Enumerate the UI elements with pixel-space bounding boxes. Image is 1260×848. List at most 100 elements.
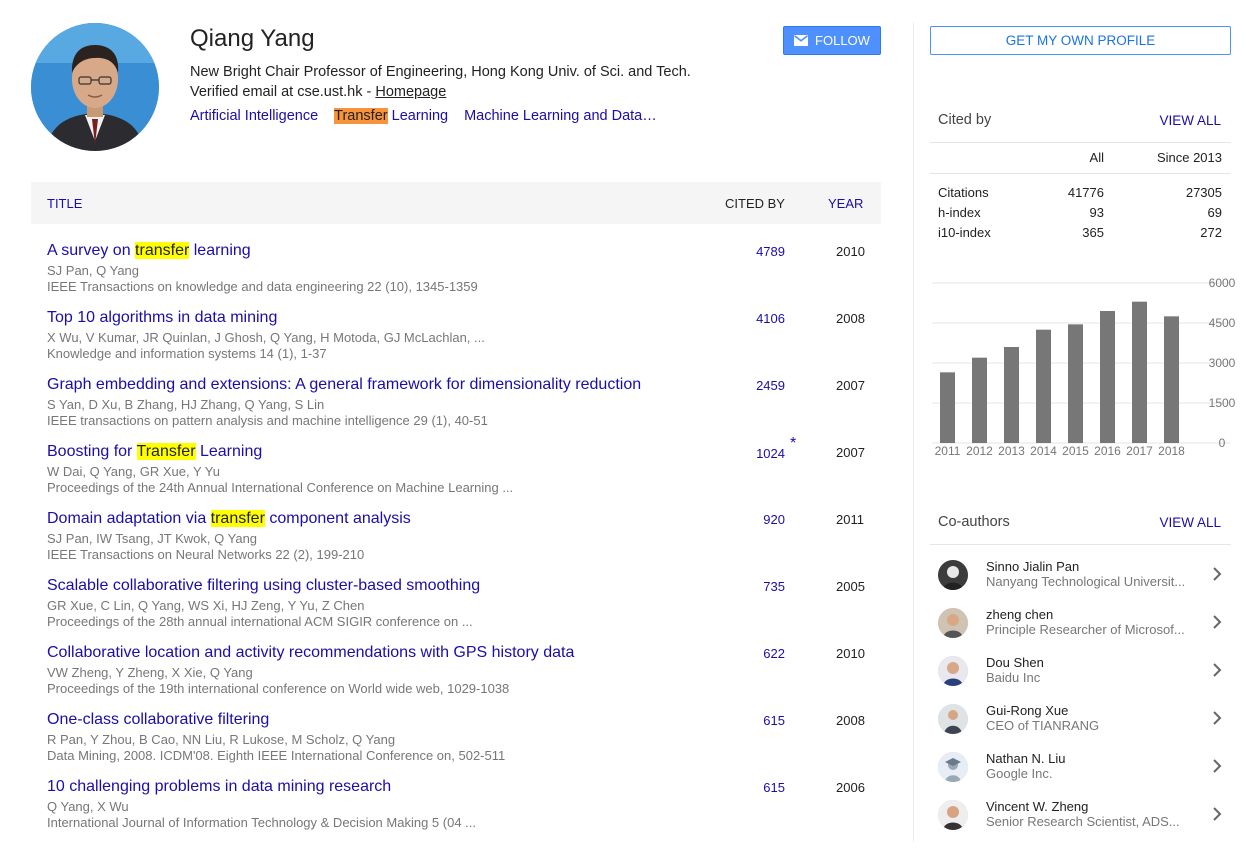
interest-ai[interactable]: Artificial Intelligence	[190, 108, 318, 124]
paper-authors: X Wu, V Kumar, JR Quinlan, J Ghosh, Q Ya…	[47, 330, 485, 345]
paper-title-link[interactable]: 10 challenging problems in data mining r…	[47, 778, 391, 796]
coauthor-affiliation: Senior Research Scientist, ADS...	[986, 814, 1180, 829]
interest-transfer-learning[interactable]: Transfer Learning	[334, 108, 448, 124]
stat-since: 27305	[1185, 185, 1222, 200]
paper-venue: IEEE Transactions on knowledge and data …	[47, 279, 478, 294]
interest-highlight: Transfer	[334, 108, 388, 124]
paper-venue: IEEE Transactions on Neural Networks 22 …	[47, 547, 365, 562]
stat-label[interactable]: h-index	[938, 205, 981, 220]
coauthor-affiliation: Baidu Inc	[986, 670, 1041, 685]
paper-title-link[interactable]: Top 10 algorithms in data mining	[47, 309, 277, 327]
cited-by-count[interactable]: 622	[763, 646, 785, 661]
chart-bar-2017[interactable]	[1132, 301, 1147, 443]
paper-title-link[interactable]: Collaborative location and activity reco…	[47, 644, 574, 662]
follow-button[interactable]: FOLLOW	[783, 26, 881, 55]
profile-email: Verified email at cse.ust.hk - Homepage	[190, 84, 446, 100]
paper-year: 2011	[836, 512, 864, 527]
x-tick-label: 2012	[966, 444, 993, 458]
column-divider	[913, 22, 914, 842]
sort-by-year[interactable]: YEAR	[828, 196, 863, 211]
chart-bar-2011[interactable]	[940, 372, 955, 443]
table-row: Top 10 algorithms in data mining X Wu, V…	[31, 309, 881, 376]
merged-citation-star[interactable]: *	[790, 435, 796, 453]
citations-bar-chart: 6000 4500 3000 1500 0 2011 2012 2013 2014 2015 201…	[932, 276, 1235, 458]
coauthor-item[interactable]: Dou Shen Baidu Inc	[938, 655, 1228, 704]
paper-year: 2008	[836, 311, 865, 326]
profile-affiliation: New Bright Chair Professor of Engineerin…	[190, 64, 691, 80]
chevron-right-icon	[1213, 567, 1222, 581]
chart-bar-2015[interactable]	[1068, 324, 1083, 443]
y-tick-label: 1500	[1209, 396, 1235, 410]
cited-by-view-all[interactable]: VIEW ALL	[1159, 113, 1221, 128]
coauthor-item[interactable]: Gui-Rong Xue CEO of TIANRANG	[938, 703, 1228, 752]
stat-all: 41776	[1067, 185, 1104, 200]
chart-bar-2014[interactable]	[1036, 329, 1051, 443]
chevron-right-icon	[1213, 759, 1222, 773]
paper-year: 2006	[836, 780, 865, 795]
chart-bar-2013[interactable]	[1004, 347, 1019, 443]
table-row: One-class collaborative filtering R Pan,…	[31, 711, 881, 778]
sort-by-title[interactable]: TITLE	[47, 196, 82, 211]
coauthor-name: Sinno Jialin Pan	[986, 559, 1080, 574]
coauthor-name: Gui-Rong Xue	[986, 703, 1069, 718]
paper-authors: Q Yang, X Wu	[47, 799, 129, 814]
chart-bar-2016[interactable]	[1100, 311, 1115, 443]
stat-all: 365	[1082, 225, 1104, 240]
paper-title-link[interactable]: Scalable collaborative filtering using c…	[47, 577, 480, 595]
chart-bar-2012[interactable]	[972, 357, 987, 443]
title-text: Graph embedding and extensions: A genera…	[47, 376, 642, 393]
coauthor-item[interactable]: Vincent W. Zheng Senior Research Scienti…	[938, 799, 1228, 848]
paper-authors: VW Zheng, Y Zheng, X Xie, Q Yang	[47, 665, 253, 680]
cited-by-count[interactable]: 615	[763, 713, 785, 728]
table-row: Graph embedding and extensions: A genera…	[31, 376, 881, 443]
table-row: Domain adaptation via transfer component…	[31, 510, 881, 577]
x-tick-label: 2013	[998, 444, 1025, 458]
paper-authors: GR Xue, C Lin, Q Yang, WS Xi, HJ Zeng, Y…	[47, 598, 365, 613]
paper-venue: IEEE transactions on pattern analysis an…	[47, 413, 488, 428]
interest-ml-data[interactable]: Machine Learning and Data…	[464, 108, 657, 124]
chevron-right-icon	[1213, 615, 1222, 629]
cited-by-count[interactable]: 920	[763, 512, 785, 527]
cited-by-count[interactable]: 2459	[756, 378, 785, 393]
cited-by-count[interactable]: 1024	[756, 446, 785, 461]
coauthor-item[interactable]: Sinno Jialin Pan Nanyang Technological U…	[938, 559, 1228, 608]
sort-by-cited[interactable]: CITED BY	[725, 196, 785, 211]
interest-label: Learning	[387, 108, 449, 124]
paper-title-link[interactable]: A survey on transfer learning	[47, 242, 251, 260]
email-text: Verified email at cse.ust.hk -	[190, 84, 376, 100]
paper-venue: Proceedings of the 28th annual internati…	[47, 614, 473, 629]
coauthor-affiliation: Google Inc.	[986, 766, 1053, 781]
divider	[930, 142, 1231, 143]
homepage-link[interactable]: Homepage	[375, 84, 446, 100]
stat-label[interactable]: i10-index	[938, 225, 991, 240]
paper-title-link[interactable]: Domain adaptation via transfer component…	[47, 510, 411, 528]
get-my-own-profile-button[interactable]: GET MY OWN PROFILE	[930, 26, 1231, 55]
col-header-all: All	[1089, 150, 1104, 165]
cited-by-count[interactable]: 4789	[756, 244, 785, 259]
cited-by-count[interactable]: 4106	[756, 311, 785, 326]
cited-by-count[interactable]: 735	[763, 579, 785, 594]
title-highlight: transfer	[135, 242, 190, 259]
stat-label[interactable]: Citations	[938, 185, 989, 200]
stat-since: 69	[1207, 205, 1222, 220]
paper-title-link[interactable]: Graph embedding and extensions: A genera…	[47, 376, 641, 394]
coauthor-item[interactable]: Nathan N. Liu Google Inc.	[938, 751, 1228, 800]
paper-year: 2005	[836, 579, 865, 594]
coauthor-avatar	[938, 752, 968, 782]
chart-bar-2018[interactable]	[1164, 316, 1179, 443]
table-row: 10 challenging problems in data mining r…	[31, 778, 881, 845]
title-text: 10 challenging problems in data mining r…	[47, 778, 392, 795]
title-text: Learning	[195, 443, 263, 460]
title-text: Top 10 algorithms in data mining	[47, 309, 278, 326]
cited-by-count[interactable]: 615	[763, 780, 785, 795]
paper-authors: SJ Pan, Q Yang	[47, 263, 140, 278]
coauthors-view-all[interactable]: VIEW ALL	[1159, 515, 1221, 530]
chevron-right-icon	[1213, 711, 1222, 725]
paper-title-link[interactable]: Boosting for Transfer Learning	[47, 443, 262, 461]
table-row: A survey on transfer learning SJ Pan, Q …	[31, 242, 881, 309]
coauthor-item[interactable]: zheng chen Principle Researcher of Micro…	[938, 607, 1228, 656]
paper-title-link[interactable]: One-class collaborative filtering	[47, 711, 269, 729]
coauthor-avatar	[938, 608, 968, 638]
title-highlight: Transfer	[136, 443, 196, 460]
chevron-right-icon	[1213, 807, 1222, 821]
